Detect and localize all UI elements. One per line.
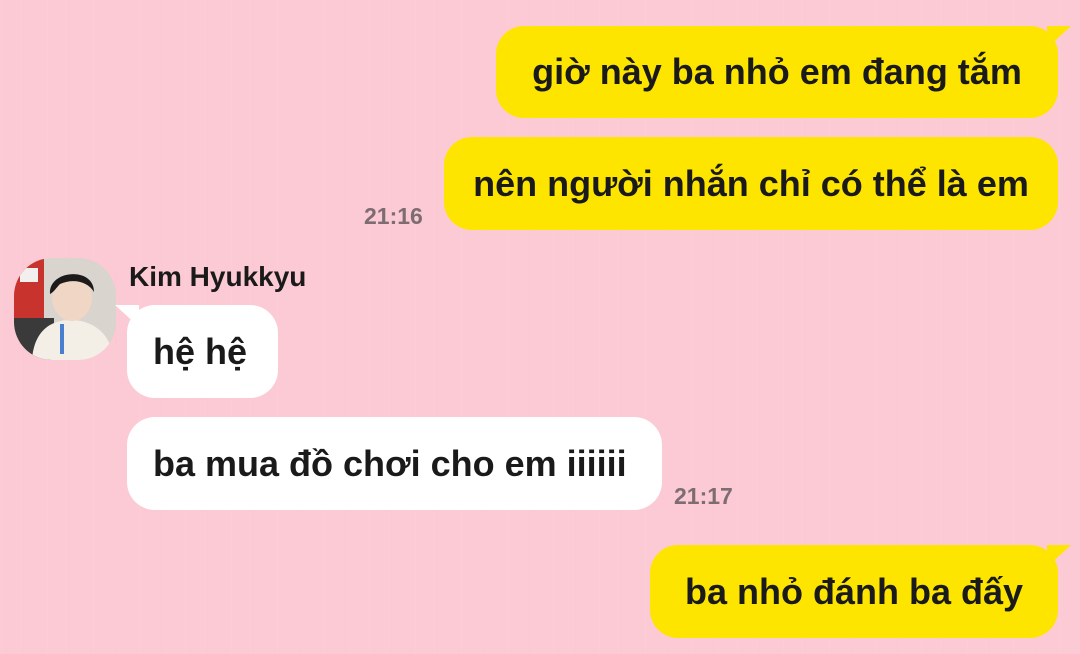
incoming-message-bubble[interactable]: hệ hệ [115,305,278,398]
message-text: hệ hệ [153,330,248,372]
profile-photo-icon [14,258,116,360]
message-text: giờ này ba nhỏ em đang tắm [532,51,1022,92]
message-text: nên người nhắn chỉ có thể là em [473,162,1029,204]
avatar[interactable] [14,258,116,360]
incoming-message-bubble[interactable]: ba mua đồ chơi cho em iiiiii [127,417,662,510]
message-timestamp: 21:16 [364,203,423,229]
outgoing-message-bubble[interactable]: ba nhỏ đánh ba đấy [650,545,1071,638]
message-timestamp: 21:17 [674,483,733,509]
message-text: ba nhỏ đánh ba đấy [684,570,1024,612]
outgoing-message-bubble[interactable]: nên người nhắn chỉ có thể là em [444,137,1058,230]
outgoing-message-bubble[interactable]: giờ này ba nhỏ em đang tắm [496,26,1071,118]
message-text: ba mua đồ chơi cho em iiiiii [153,442,627,484]
sender-name: Kim Hyukkyu [129,261,307,292]
